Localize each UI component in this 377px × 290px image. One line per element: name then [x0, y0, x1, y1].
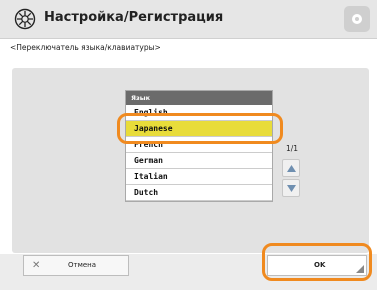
page-title: Настройка/Регистрация [44, 10, 224, 25]
close-icon: ✕ [32, 260, 41, 271]
list-item-japanese[interactable]: Japanese [126, 121, 272, 137]
language-listbox[interactable]: Язык English Japanese French German Ital… [125, 90, 273, 202]
list-item-english[interactable]: English [126, 105, 272, 121]
corner-triangle-icon [356, 265, 364, 273]
page-indicator: 1/1 [286, 144, 299, 153]
arrow-up-icon [287, 165, 296, 172]
list-header: Язык [126, 91, 272, 105]
ok-label: OK [314, 261, 326, 269]
list-item-italian[interactable]: Italian [126, 169, 272, 185]
title-bar: Настройка/Регистрация [0, 0, 377, 39]
menu-icon [352, 14, 362, 24]
settings-gear-icon [14, 8, 36, 30]
menu-button[interactable] [344, 6, 370, 32]
arrow-down-icon [287, 185, 296, 192]
cancel-label: Отмена [68, 261, 97, 269]
scroll-down-button[interactable] [282, 179, 300, 197]
list-item-german[interactable]: German [126, 153, 272, 169]
list-item-french[interactable]: French [126, 137, 272, 153]
cancel-button[interactable]: ✕ Отмена [23, 255, 129, 276]
section-subtitle: <Переключатель языка/клавиатуры> [10, 43, 161, 52]
ok-button[interactable]: OK [267, 255, 367, 276]
scroll-up-button[interactable] [282, 159, 300, 177]
list-item-dutch[interactable]: Dutch [126, 185, 272, 201]
